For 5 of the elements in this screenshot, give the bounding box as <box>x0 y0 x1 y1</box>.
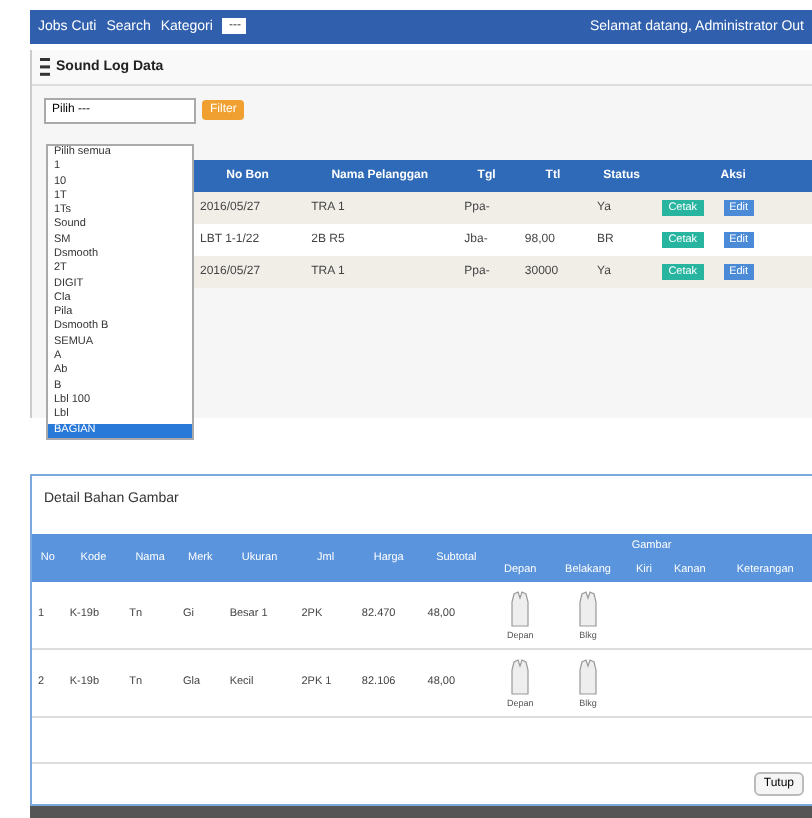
menu-icon <box>40 57 50 76</box>
glove-icon <box>508 589 533 630</box>
glove-icon <box>508 657 533 698</box>
glove-icon <box>576 657 601 698</box>
glove-icon <box>576 589 601 630</box>
